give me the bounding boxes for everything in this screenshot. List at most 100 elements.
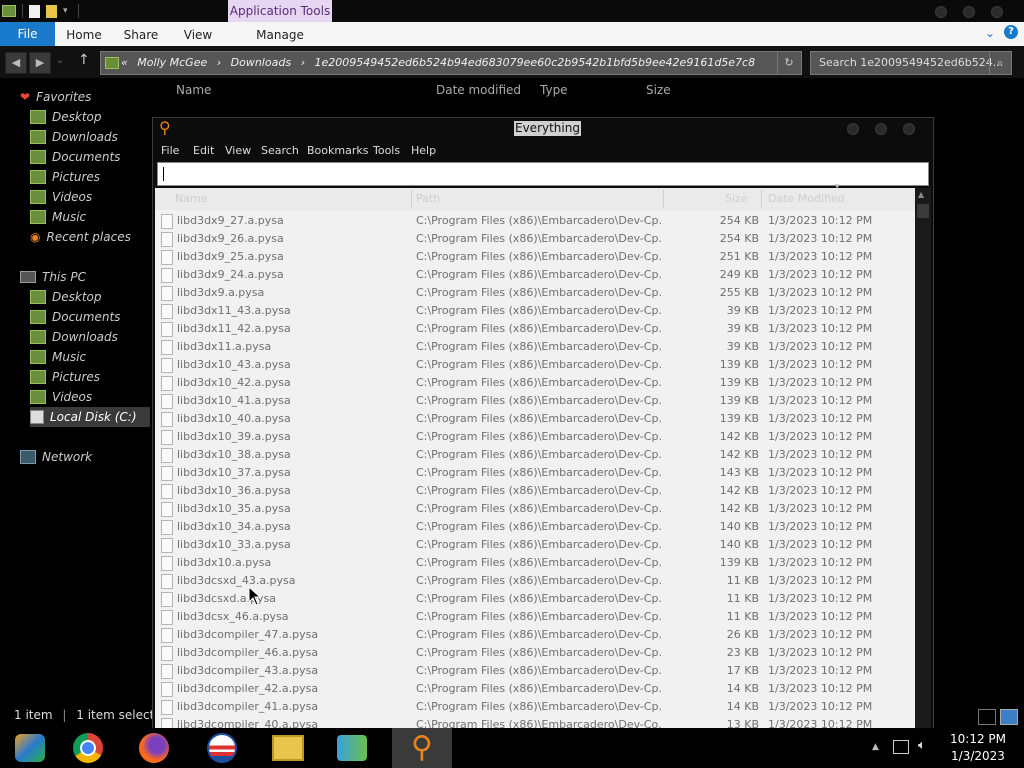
- refresh-icon[interactable]: ↻: [777, 52, 800, 74]
- result-row[interactable]: libd3dx11.a.pysa C:\Program Files (x86)\E…: [155, 338, 915, 356]
- column-divider[interactable]: [761, 190, 762, 208]
- everything-maximize-button[interactable]: [875, 123, 887, 135]
- show-hidden-icons-icon[interactable]: ▲: [872, 742, 879, 752]
- menu-bookmarks[interactable]: Bookmarks: [307, 142, 368, 160]
- nav-pc-desktop[interactable]: Desktop: [30, 287, 150, 307]
- ribbon-expand-icon[interactable]: ⌄: [985, 26, 995, 40]
- column-header-name[interactable]: Name: [175, 188, 207, 210]
- help-icon[interactable]: ?: [1004, 25, 1018, 39]
- nav-network[interactable]: Network: [20, 447, 150, 467]
- nav-pc-documents[interactable]: Documents: [30, 307, 150, 327]
- network-status-icon[interactable]: [893, 740, 909, 754]
- result-row[interactable]: libd3dx10_34.a.pysa C:\Program Files (x86…: [155, 518, 915, 536]
- result-row[interactable]: libd3dx10_37.a.pysa C:\Program Files (x86…: [155, 464, 915, 482]
- search-icon[interactable]: ⌕: [989, 52, 1010, 74]
- address-breadcrumb[interactable]: « Molly McGee › Downloads › 1e2009549452…: [121, 52, 755, 74]
- column-name[interactable]: Name: [176, 80, 211, 100]
- menu-help[interactable]: Help: [411, 142, 436, 160]
- nav-pc-downloads[interactable]: Downloads: [30, 327, 150, 347]
- nav-this-pc[interactable]: This PC: [20, 267, 150, 287]
- result-row[interactable]: libd3dx11_43.a.pysa C:\Program Files (x86…: [155, 302, 915, 320]
- result-row[interactable]: libd3dx11_42.a.pysa C:\Program Files (x86…: [155, 320, 915, 338]
- scrollbar-thumb[interactable]: [917, 204, 929, 218]
- taskbar-chrome-button[interactable]: [58, 728, 118, 768]
- taskbar-network-people-button[interactable]: [322, 728, 382, 768]
- results-list[interactable]: libd3dx9_27.a.pysa C:\Program Files (x86)…: [155, 210, 915, 730]
- large-icons-view-icon[interactable]: [1000, 709, 1018, 725]
- result-row[interactable]: libd3dx10_39.a.pysa C:\Program Files (x86…: [155, 428, 915, 446]
- taskbar-file-explorer-button[interactable]: [258, 728, 318, 768]
- result-row[interactable]: libd3dcompiler_41.a.pysa C:\Program Files…: [155, 698, 915, 716]
- column-divider[interactable]: [663, 190, 664, 208]
- menu-view[interactable]: View: [225, 142, 251, 160]
- result-row[interactable]: libd3dx10_41.a.pysa C:\Program Files (x86…: [155, 392, 915, 410]
- back-button[interactable]: ◀: [5, 52, 27, 74]
- taskbar-everything-button[interactable]: ⚲: [392, 728, 452, 768]
- nav-pc-music[interactable]: Music: [30, 347, 150, 367]
- volume-icon[interactable]: 🔈︎: [918, 738, 926, 753]
- result-row[interactable]: libd3dx9_26.a.pysa C:\Program Files (x86)…: [155, 230, 915, 248]
- menu-tools[interactable]: Tools: [373, 142, 400, 160]
- tab-manage[interactable]: Manage: [228, 22, 332, 46]
- taskbar-firefox-button[interactable]: [124, 728, 184, 768]
- result-row[interactable]: libd3dx9_27.a.pysa C:\Program Files (x86)…: [155, 212, 915, 230]
- nav-pc-local-disk[interactable]: Local Disk (C:): [30, 407, 150, 427]
- tab-file[interactable]: File: [0, 22, 55, 46]
- menu-edit[interactable]: Edit: [193, 142, 214, 160]
- nav-favorite-documents[interactable]: Documents: [30, 147, 150, 167]
- column-header-path[interactable]: Path: [416, 188, 440, 210]
- result-row[interactable]: libd3dx10_38.a.pysa C:\Program Files (x86…: [155, 446, 915, 464]
- result-row[interactable]: libd3dcsxd_43.a.pysa C:\Program Files (x8…: [155, 572, 915, 590]
- column-header-date-modified[interactable]: Date Modified: [768, 188, 845, 210]
- tab-share[interactable]: Share: [118, 22, 164, 46]
- taskbar-obama-logo-button[interactable]: [192, 728, 252, 768]
- qat-dropdown-icon[interactable]: ▾: [63, 6, 68, 16]
- taskbar-windows-media-button[interactable]: [0, 728, 60, 768]
- recent-locations-icon[interactable]: ⌄: [56, 55, 64, 66]
- result-row[interactable]: libd3dx10_40.a.pysa C:\Program Files (x86…: [155, 410, 915, 428]
- vertical-scrollbar[interactable]: ▲: [915, 188, 931, 730]
- result-row[interactable]: libd3dcompiler_42.a.pysa C:\Program Files…: [155, 680, 915, 698]
- breadcrumb-downloads[interactable]: Downloads: [231, 56, 291, 69]
- details-view-icon[interactable]: [978, 709, 996, 725]
- result-row[interactable]: libd3dcompiler_47.a.pysa C:\Program Files…: [155, 626, 915, 644]
- result-row[interactable]: libd3dx10_33.a.pysa C:\Program Files (x86…: [155, 536, 915, 554]
- up-arrow-icon[interactable]: ↑: [78, 52, 90, 68]
- explorer-search-input[interactable]: Search 1e2009549452ed6b524... ⌕: [810, 51, 1012, 75]
- breadcrumb-hash-folder[interactable]: 1e2009549452ed6b524b94ed683079ee60c2b954…: [314, 56, 755, 69]
- maximize-button[interactable]: [963, 6, 975, 18]
- nav-favorite-videos[interactable]: Videos: [30, 187, 150, 207]
- nav-favorite-pictures[interactable]: Pictures: [30, 167, 150, 187]
- result-row[interactable]: libd3dx10_42.a.pysa C:\Program Files (x86…: [155, 374, 915, 392]
- result-row[interactable]: libd3dx9_24.a.pysa C:\Program Files (x86)…: [155, 266, 915, 284]
- column-size[interactable]: Size: [646, 80, 671, 100]
- nav-favorite-downloads[interactable]: Downloads: [30, 127, 150, 147]
- menu-file[interactable]: File: [161, 142, 179, 160]
- address-bar[interactable]: « Molly McGee › Downloads › 1e2009549452…: [100, 51, 802, 75]
- nav-pc-videos[interactable]: Videos: [30, 387, 150, 407]
- properties-icon[interactable]: [29, 4, 40, 18]
- nav-favorite-music[interactable]: Music: [30, 207, 150, 227]
- column-header-size[interactable]: Size: [725, 188, 748, 210]
- result-row[interactable]: libd3dx10.a.pysa C:\Program Files (x86)\E…: [155, 554, 915, 572]
- nav-pc-pictures[interactable]: Pictures: [30, 367, 150, 387]
- breadcrumb-molly-mcgee[interactable]: Molly McGee: [137, 56, 207, 69]
- result-row[interactable]: libd3dx9.a.pysa C:\Program Files (x86)\Em…: [155, 284, 915, 302]
- column-type[interactable]: Type: [540, 80, 568, 100]
- everything-search-input[interactable]: [157, 162, 929, 186]
- result-row[interactable]: libd3dx10_36.a.pysa C:\Program Files (x86…: [155, 482, 915, 500]
- everything-minimize-button[interactable]: [847, 123, 859, 135]
- scroll-up-arrow-icon[interactable]: ▲: [918, 190, 924, 199]
- breadcrumb-overflow[interactable]: «: [121, 56, 128, 69]
- result-row[interactable]: libd3dcsx_46.a.pysa C:\Program Files (x86…: [155, 608, 915, 626]
- nav-favorite-recent-places[interactable]: ◉ Recent places: [30, 227, 150, 247]
- result-row[interactable]: libd3dx10_43.a.pysa C:\Program Files (x86…: [155, 356, 915, 374]
- result-row[interactable]: libd3dx9_25.a.pysa C:\Program Files (x86)…: [155, 248, 915, 266]
- tab-view[interactable]: View: [178, 22, 218, 46]
- minimize-button[interactable]: [935, 6, 947, 18]
- result-row[interactable]: libd3dcsxd.a.pysa C:\Program Files (x86)\…: [155, 590, 915, 608]
- new-folder-icon[interactable]: [46, 4, 57, 18]
- result-row[interactable]: libd3dcompiler_43.a.pysa C:\Program Files…: [155, 662, 915, 680]
- nav-favorite-desktop[interactable]: Desktop: [30, 107, 150, 127]
- taskbar-clock[interactable]: 10:12 PM 1/3/2023: [938, 731, 1018, 765]
